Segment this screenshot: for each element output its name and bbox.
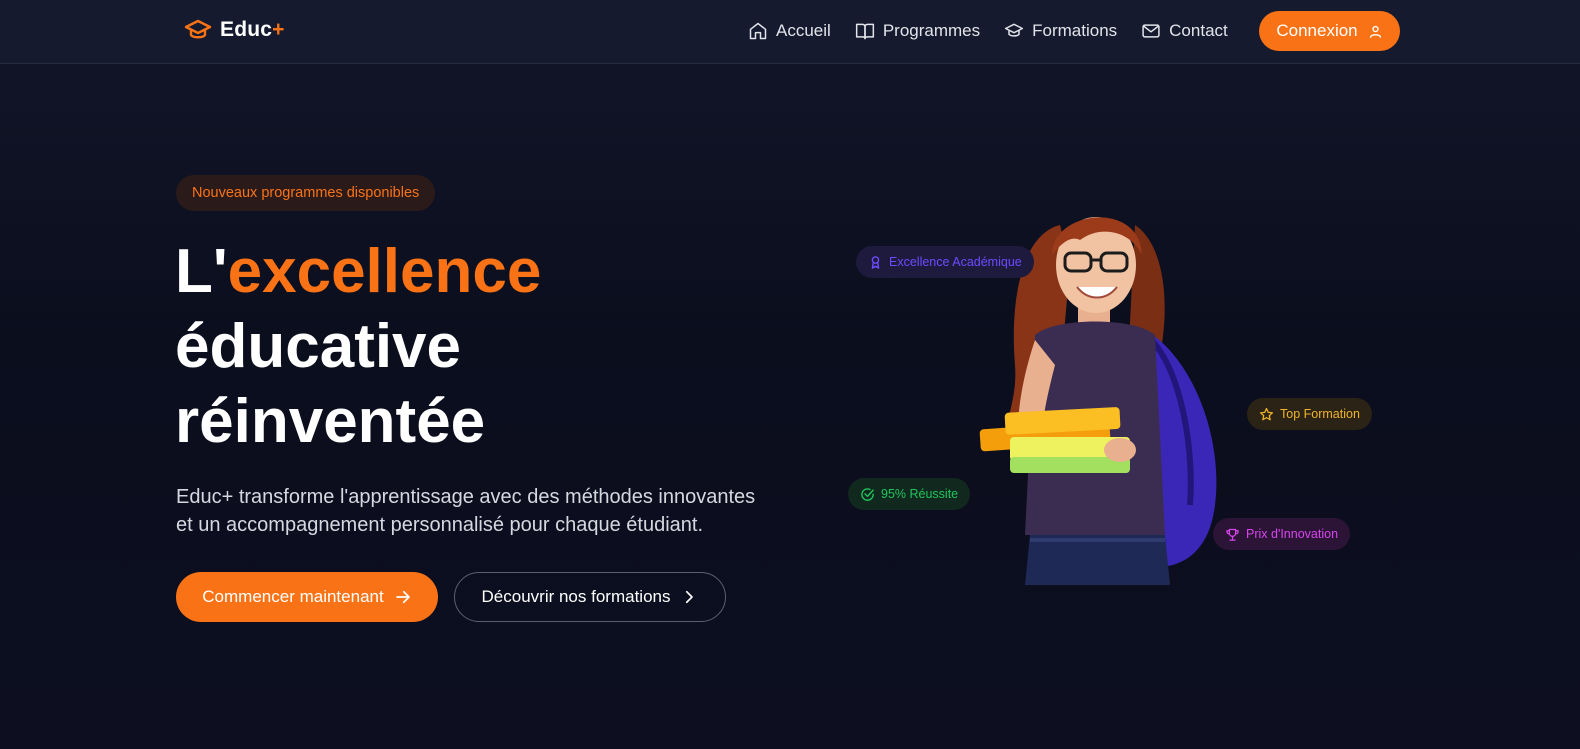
nav-item-label: Contact (1169, 21, 1228, 40)
nav-item-label: Formations (1032, 21, 1118, 40)
hero-title: L'excellence éducative réinventée (175, 234, 775, 459)
home-icon (749, 22, 767, 40)
star-icon (1259, 407, 1274, 420)
user-icon (1369, 25, 1381, 38)
chip-innovation-prize: Prix d'Innovation (1213, 518, 1351, 550)
nav-item-accueil[interactable]: Accueil (748, 18, 831, 44)
discover-formations-label: Découvrir nos formations (481, 587, 671, 606)
chevron-right-icon (686, 590, 694, 604)
chip-excellence: Excellence Académique (856, 246, 1034, 278)
logo[interactable]: Educ+ (184, 18, 285, 42)
graduation-cap-icon (1005, 23, 1024, 37)
chip-top-formation: Top Formation (1247, 398, 1372, 430)
site-header: Educ+ Accueil Programmes Formations Cont… (0, 0, 1580, 64)
trophy-icon (1226, 528, 1239, 541)
start-now-button[interactable]: Commencer maintenant (176, 572, 438, 622)
logo-text: Educ+ (220, 18, 285, 41)
mail-icon (1142, 24, 1160, 38)
start-now-label: Commencer maintenant (202, 587, 384, 606)
login-button-label: Connexion (1276, 21, 1358, 40)
arrow-right-icon (395, 590, 410, 604)
nav-item-label: Programmes (882, 21, 981, 40)
hero-description: Educ+ transforme l'apprentissage avec de… (176, 486, 756, 536)
chip-success-rate: 95% Réussite (848, 478, 971, 510)
title-line3: réinventée (175, 387, 486, 456)
chip-label: Top Formation (1280, 407, 1360, 421)
check-circle-icon (861, 487, 874, 501)
award-icon (871, 255, 880, 269)
main-nav: Accueil Programmes Formations Contact (748, 18, 1252, 44)
nav-item-contact[interactable]: Contact (1141, 18, 1228, 44)
new-programs-badge: Nouveaux programmes disponibles (176, 175, 436, 211)
title-accent: excellence (227, 237, 542, 306)
nav-item-programmes[interactable]: Programmes (855, 18, 980, 44)
login-button[interactable]: Connexion (1259, 11, 1400, 51)
title-prefix: L' (175, 237, 228, 306)
chip-label: 95% Réussite (881, 487, 959, 501)
nav-item-formations[interactable]: Formations (1004, 18, 1117, 44)
book-open-icon (855, 23, 874, 40)
title-line2: éducative (175, 312, 462, 381)
chip-label: Prix d'Innovation (1246, 527, 1339, 541)
graduation-cap-logo-icon (184, 19, 212, 39)
discover-formations-button[interactable]: Découvrir nos formations (454, 572, 726, 622)
nav-item-label: Accueil (776, 21, 831, 40)
chip-label: Excellence Académique (889, 255, 1022, 269)
